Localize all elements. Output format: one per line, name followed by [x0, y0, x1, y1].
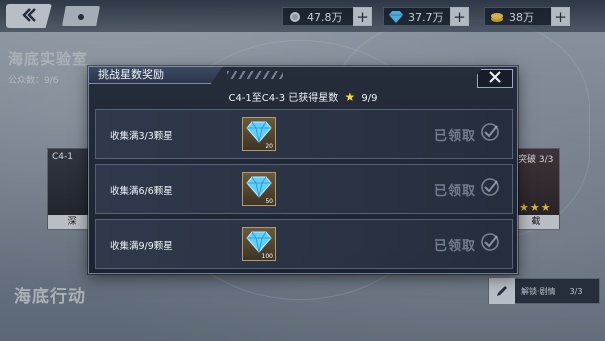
reward-row: 收集满3/3颗星 20 已领取 [95, 109, 513, 159]
reward-requirement: 收集满9/9颗星 [110, 241, 173, 252]
reward-item[interactable]: 50 [242, 172, 276, 206]
claimed-status: 已领取 [434, 232, 506, 256]
star-summary: C4-1至C4-3 已获得星数 ★ 9/9 [89, 89, 517, 104]
summary-text: C4-1至C4-3 已获得星数 [228, 93, 339, 104]
reward-item[interactable]: 20 [242, 117, 276, 151]
reward-row: 收集满9/9颗星 100 已领取 [95, 219, 513, 269]
reward-amount: 50 [265, 198, 273, 205]
close-icon [488, 69, 502, 88]
reward-row: 收集满6/6颗星 50 已领取 [95, 164, 513, 214]
check-circle-icon [480, 122, 500, 146]
star-reward-dialog: 挑战星数奖励 C4-1至C4-3 已获得星数 ★ 9/9 收集满3/3颗星 20… [88, 66, 518, 274]
claimed-label: 已领取 [434, 238, 477, 254]
reward-amount: 20 [265, 143, 273, 150]
summary-count: 9/9 [361, 93, 378, 104]
decorative-stripes [227, 71, 283, 79]
close-button[interactable] [477, 69, 513, 88]
claimed-label: 已领取 [434, 183, 477, 199]
check-circle-icon [480, 177, 500, 201]
star-icon: ★ [344, 90, 356, 104]
reward-item[interactable]: 100 [242, 227, 276, 261]
reward-requirement: 收集满6/6颗星 [110, 186, 173, 197]
reward-amount: 100 [261, 253, 273, 260]
dialog-title: 挑战星数奖励 [88, 66, 223, 84]
claimed-status: 已领取 [434, 177, 506, 201]
reward-requirement: 收集满3/3颗星 [110, 131, 173, 142]
claimed-label: 已领取 [434, 128, 477, 144]
claimed-status: 已领取 [434, 122, 506, 146]
check-circle-icon [480, 232, 500, 256]
